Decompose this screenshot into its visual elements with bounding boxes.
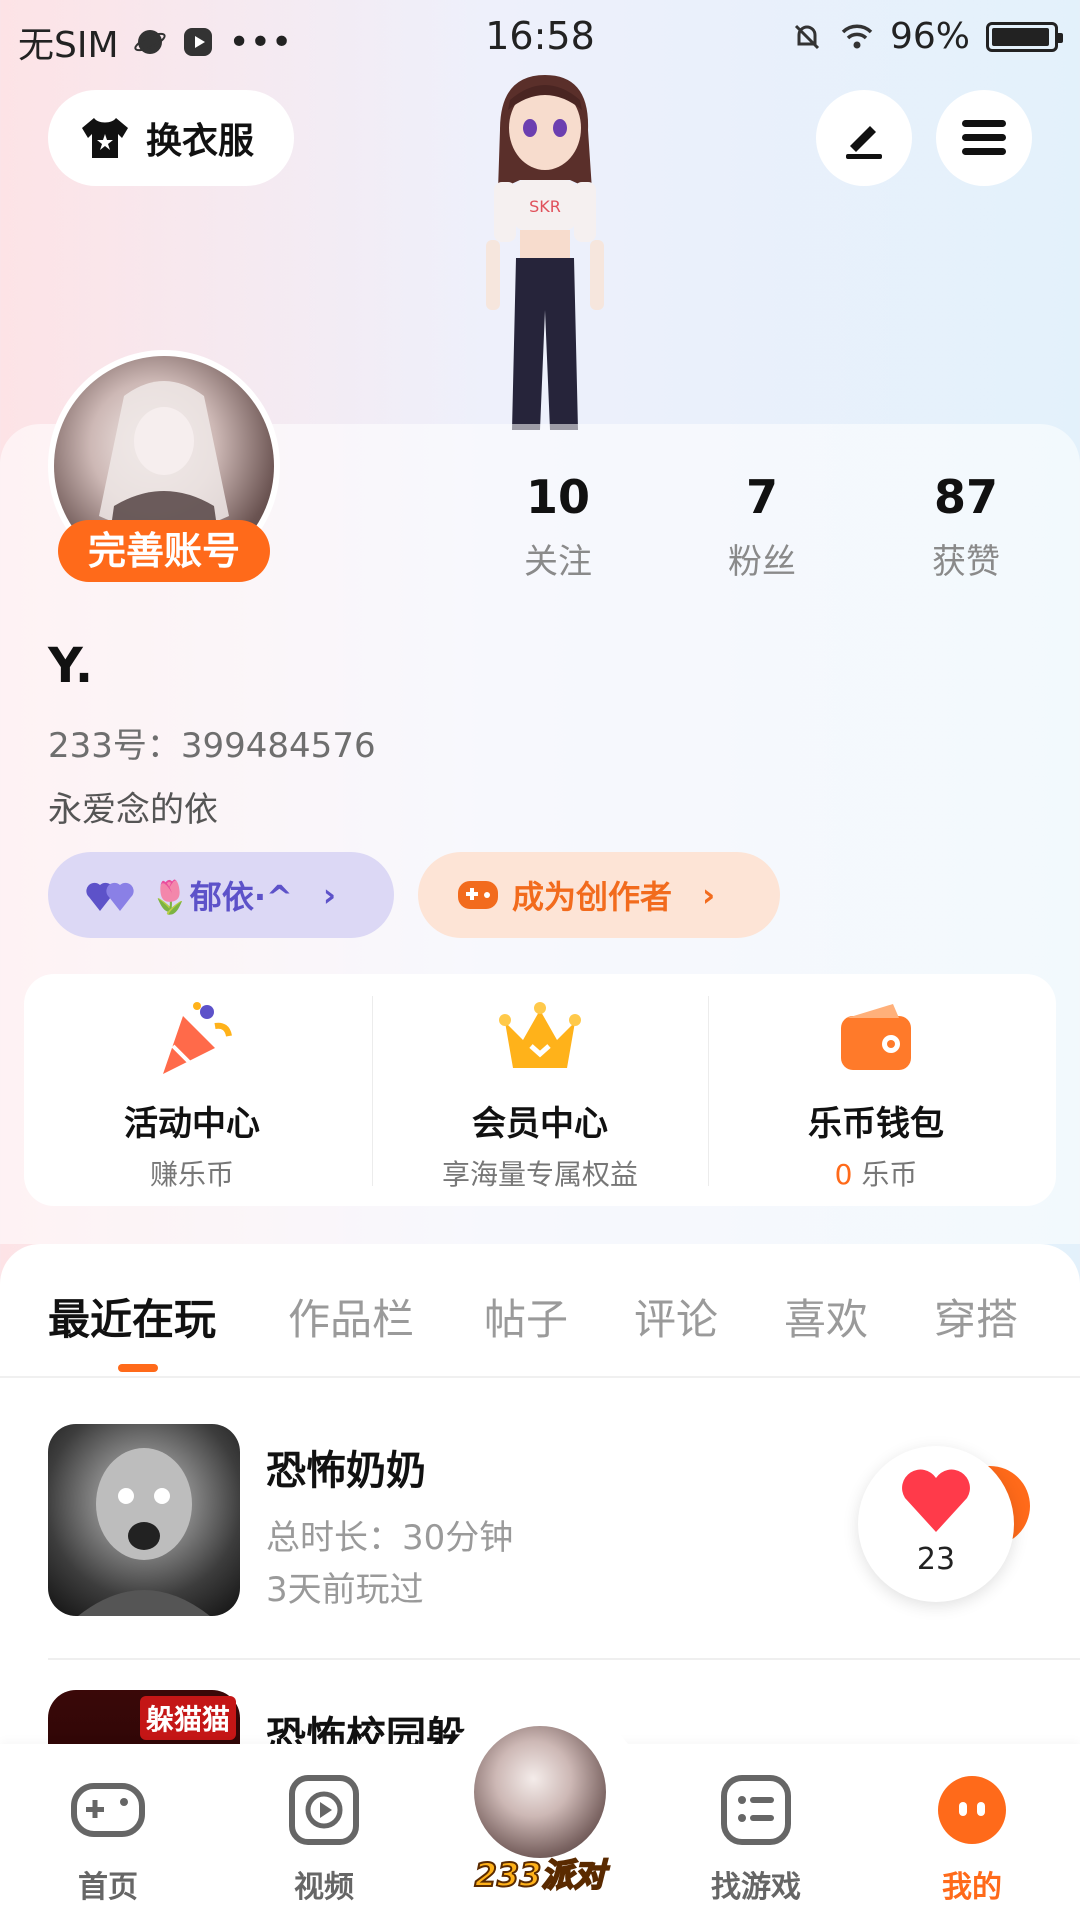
chevron-right-icon: ›: [702, 876, 716, 914]
svg-text:SKR: SKR: [529, 197, 561, 216]
battery-percent: 96%: [889, 16, 970, 57]
gamepad-icon: [458, 881, 498, 909]
vip-center[interactable]: 会员中心 享海量专属权益: [372, 974, 708, 1206]
services-card: 活动中心 赚乐币 会员中心 享海量专属权益 乐币钱包 0 乐币: [24, 974, 1056, 1206]
coin-wallet[interactable]: 乐币钱包 0 乐币: [708, 974, 1044, 1206]
activity-center[interactable]: 活动中心 赚乐币: [24, 974, 360, 1206]
wifi-icon: [841, 24, 873, 48]
vip-center-subtitle: 享海量专属权益: [441, 1158, 638, 1191]
edit-profile-button[interactable]: [816, 90, 912, 186]
active-tab-indicator: [118, 1364, 158, 1372]
chevron-right-icon: ›: [322, 876, 337, 914]
game-list-icon: [721, 1775, 791, 1845]
activity-center-subtitle: 赚乐币: [149, 1158, 234, 1191]
party-popper-icon: [163, 1002, 232, 1074]
avatar-character-figure[interactable]: SKR: [420, 70, 670, 430]
me-face-icon: [938, 1776, 1006, 1844]
stat-following-value: 10: [525, 470, 590, 524]
coin-unit: 乐币: [861, 1158, 918, 1191]
tshirt-icon: [82, 118, 128, 158]
game-name: 恐怖奶奶: [266, 1448, 426, 1494]
become-creator-label: 成为创作者: [512, 878, 673, 916]
game-last-played: 3天前玩过: [266, 1570, 424, 1610]
game-thumbnail: [48, 1424, 240, 1616]
stat-likes[interactable]: 87 获赞: [886, 470, 1046, 583]
tab-recent-played[interactable]: 最近在玩: [48, 1286, 216, 1347]
nav-me[interactable]: 我的: [882, 1772, 1062, 1906]
stat-following[interactable]: 10 关注: [478, 470, 638, 583]
hamburger-menu-icon: [962, 120, 1006, 155]
nav-video-label: 视频: [294, 1870, 354, 1905]
nav-home[interactable]: 首页: [18, 1772, 198, 1906]
change-outfit-button[interactable]: 换衣服: [48, 90, 294, 186]
stat-following-label: 关注: [524, 542, 592, 582]
tab-likes[interactable]: 喜欢: [784, 1286, 868, 1347]
complete-account-button[interactable]: 完善账号: [58, 520, 270, 582]
nav-me-label: 我的: [942, 1870, 1002, 1905]
video-play-icon: [289, 1775, 359, 1845]
fan-group-label: 🌷郁依·^: [150, 878, 293, 916]
account-id: 233号：399484576: [48, 726, 376, 766]
game-artwork: [78, 1448, 210, 1616]
tab-comments[interactable]: 评论: [634, 1286, 718, 1347]
bio: 永爱念的依: [48, 790, 218, 830]
crown-icon: [499, 1002, 581, 1068]
tab-works[interactable]: 作品栏: [288, 1286, 414, 1347]
username: Y.: [48, 638, 94, 694]
fan-group-pill[interactable]: 🌷郁依·^ ›: [48, 852, 394, 938]
nav-party-avatar[interactable]: [470, 1722, 610, 1862]
nav-home-label: 首页: [78, 1870, 138, 1905]
coin-wallet-title: 乐币钱包: [808, 1104, 944, 1144]
stat-likes-label: 获赞: [932, 542, 1000, 582]
tab-posts[interactable]: 帖子: [484, 1286, 568, 1347]
game-thumbnail-label: 躲猫猫: [140, 1696, 237, 1740]
divider: [0, 1376, 1080, 1378]
divider: [48, 1658, 1080, 1660]
double-heart-icon: [86, 882, 134, 911]
menu-button[interactable]: [936, 90, 1032, 186]
stat-followers[interactable]: 7 粉丝: [682, 470, 842, 583]
nav-find-games[interactable]: 找游戏: [666, 1772, 846, 1906]
nav-video[interactable]: 视频: [234, 1772, 414, 1906]
tab-outfits[interactable]: 穿搭: [934, 1286, 1018, 1347]
heart-icon: [902, 1469, 970, 1532]
status-bar: 无SIM ••• 16:58 96%: [0, 0, 1080, 74]
like-count: 23: [916, 1542, 956, 1577]
become-creator-pill[interactable]: 成为创作者 ›: [418, 852, 780, 938]
activity-center-title: 活动中心: [124, 1104, 260, 1144]
vip-center-title: 会员中心: [472, 1104, 608, 1144]
nav-find-games-label: 找游戏: [711, 1870, 801, 1905]
pen-icon: [846, 126, 882, 159]
bell-muted-icon: [794, 24, 820, 49]
coin-balance: 0: [834, 1158, 853, 1191]
game-duration: 总时长：30分钟: [266, 1518, 514, 1558]
gamepad-icon: [71, 1783, 145, 1837]
change-outfit-label: 换衣服: [146, 121, 255, 162]
nav-party-label[interactable]: 233派对: [440, 1850, 640, 1896]
stat-followers-value: 7: [745, 470, 778, 524]
like-bubble[interactable]: 23: [858, 1446, 1014, 1602]
stat-likes-value: 87: [933, 470, 998, 524]
status-right: 96%: [790, 16, 1063, 57]
stat-followers-label: 粉丝: [728, 542, 796, 582]
coin-wallet-subtitle: 0 乐币: [708, 1153, 1044, 1193]
wallet-icon: [841, 1004, 911, 1070]
battery-icon: [986, 21, 1063, 52]
